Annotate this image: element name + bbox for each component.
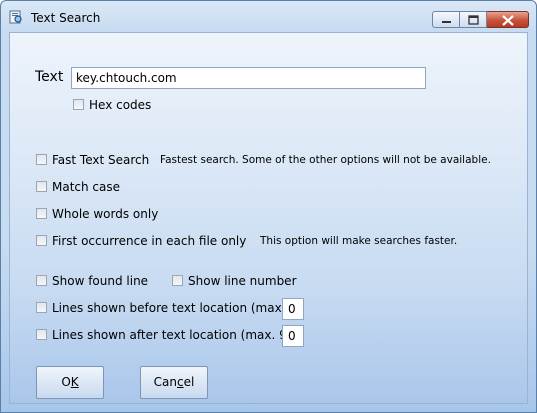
fast-text-search-hint: Fastest search. Some of the other option… bbox=[160, 154, 491, 166]
close-button[interactable] bbox=[487, 11, 529, 28]
first-occurrence-label: First occurrence in each file only bbox=[52, 234, 247, 248]
text-search-window: Text Search Text Hex codes Fast Text Sea… bbox=[0, 0, 537, 413]
lines-after-input[interactable]: 0 bbox=[282, 325, 304, 347]
match-case-checkbox[interactable] bbox=[36, 181, 47, 192]
search-text-input[interactable] bbox=[71, 67, 426, 89]
lines-before-input[interactable]: 0 bbox=[282, 298, 304, 320]
maximize-button[interactable] bbox=[460, 11, 487, 28]
show-line-number-checkbox[interactable] bbox=[172, 275, 183, 286]
cancel-button-label-end: el bbox=[183, 375, 195, 389]
maximize-icon bbox=[468, 15, 479, 25]
fast-text-search-label: Fast Text Search bbox=[52, 153, 150, 167]
hex-codes-checkbox[interactable] bbox=[73, 99, 84, 110]
window-title: Text Search bbox=[31, 11, 101, 25]
cancel-button-label: Can bbox=[153, 375, 177, 389]
hex-codes-label: Hex codes bbox=[89, 98, 152, 112]
text-label: Text bbox=[35, 69, 64, 85]
close-icon bbox=[502, 15, 514, 26]
lines-before-label: Lines shown before text location (max. 9… bbox=[52, 301, 302, 315]
whole-words-only-checkbox[interactable] bbox=[36, 208, 47, 219]
cancel-button[interactable]: Cancel bbox=[140, 366, 208, 399]
show-found-line-checkbox[interactable] bbox=[36, 275, 47, 286]
fast-text-search-checkbox[interactable] bbox=[36, 154, 47, 165]
search-app-icon bbox=[9, 10, 22, 24]
minimize-button[interactable] bbox=[432, 11, 460, 28]
match-case-label: Match case bbox=[52, 180, 121, 194]
lines-before-checkbox[interactable] bbox=[36, 302, 47, 313]
cancel-accelerator: c bbox=[177, 375, 184, 389]
title-bar[interactable]: Text Search bbox=[1, 1, 536, 33]
show-line-number-label: Show line number bbox=[188, 274, 297, 288]
ok-accelerator: K bbox=[70, 375, 79, 389]
show-found-line-label: Show found line bbox=[52, 274, 149, 288]
ok-button-label: O bbox=[61, 375, 71, 389]
lines-after-label: Lines shown after text location (max. 9) bbox=[52, 328, 292, 342]
lines-after-checkbox[interactable] bbox=[36, 329, 47, 340]
minimize-icon bbox=[442, 21, 451, 23]
whole-words-only-label: Whole words only bbox=[52, 207, 159, 221]
first-occurrence-hint: This option will make searches faster. bbox=[260, 235, 458, 247]
first-occurrence-checkbox[interactable] bbox=[36, 235, 47, 246]
ok-button[interactable]: OK bbox=[36, 366, 104, 399]
